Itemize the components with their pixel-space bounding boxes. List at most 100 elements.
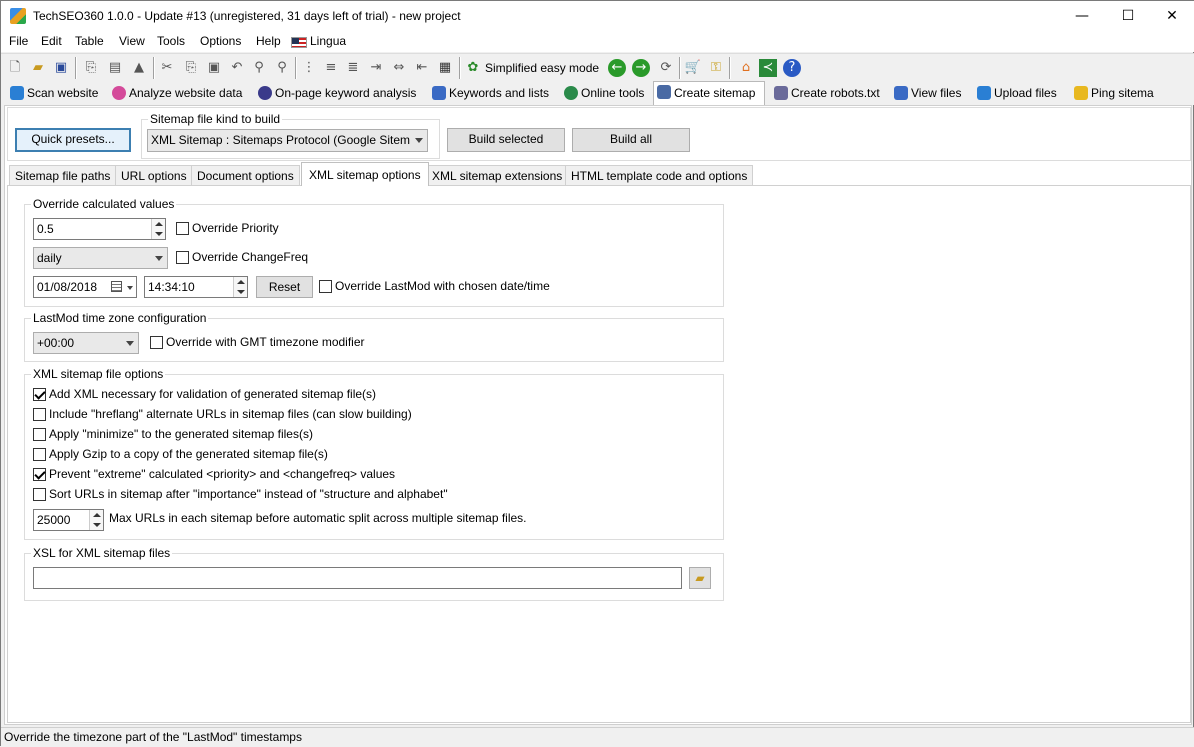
lastmod-date-picker[interactable]: 01/08/2018 [33, 276, 137, 298]
move-right-icon[interactable]: ⇥ [366, 58, 386, 78]
lightning-icon [1074, 86, 1088, 100]
override-changefreq-label: Override ChangeFreq [192, 250, 309, 264]
find-icon[interactable]: ⚲ [249, 58, 269, 78]
prevent-extreme-label: Prevent "extreme" calculated <priority> … [49, 467, 396, 481]
tab-scan-website[interactable]: Scan website [7, 83, 107, 105]
forward-arrow-icon[interactable]: → [632, 59, 650, 77]
back-arrow-icon[interactable]: ← [608, 59, 626, 77]
timezone-title: LastMod time zone configuration [31, 311, 209, 325]
prevent-extreme-checkbox[interactable] [33, 468, 46, 481]
merge-icon[interactable]: ⇤ [412, 58, 432, 78]
menu-lingua[interactable]: Lingua [308, 34, 348, 48]
override-lastmod-label: Override LastMod with chosen date/time [335, 279, 550, 293]
app-window: TechSEO360 1.0.0 - Update #13 (unregiste… [0, 0, 1194, 747]
list-icon [432, 86, 446, 100]
sitemap-icon [657, 85, 671, 99]
help-icon[interactable]: ? [783, 59, 801, 77]
key-icon[interactable]: ⚿ [706, 58, 726, 78]
split-icon[interactable]: ⇔ [389, 58, 409, 78]
paste2-icon[interactable]: ▣ [204, 58, 224, 78]
save-icon[interactable]: ▣ [51, 58, 71, 78]
menu-options[interactable]: Options [198, 34, 243, 48]
copy-icon[interactable]: ⎘ [81, 58, 101, 78]
maximize-button[interactable]: ☐ [1105, 1, 1151, 32]
include-hreflang-checkbox[interactable] [33, 408, 46, 421]
cut-icon[interactable]: ✂ [157, 58, 177, 78]
status-bar: Override the timezone part of the "LastM… [1, 727, 1194, 747]
open-folder-icon[interactable]: ▰ [28, 58, 48, 78]
reset-button[interactable]: Reset [256, 276, 313, 298]
timezone-select[interactable]: +00:00 [33, 332, 139, 354]
globe-icon [564, 86, 578, 100]
simplified-mode-icon[interactable]: ✿ [463, 58, 483, 78]
menu-tools[interactable]: Tools [155, 34, 187, 48]
add-xml-validation-checkbox[interactable] [33, 388, 46, 401]
paste-icon[interactable]: ▤ [105, 58, 125, 78]
quick-presets-button[interactable]: Quick presets... [15, 128, 131, 152]
override-changefreq-checkbox[interactable] [176, 251, 189, 264]
tab-ping-sitemap[interactable]: Ping sitema [1071, 83, 1157, 105]
menu-help[interactable]: Help [254, 34, 283, 48]
chevron-down-icon [127, 286, 133, 290]
toolbar: 🗋 ▰ ▣ ⎘ ▤ ▲ ✂ ⎘ ▣ ↶ ⚲ ⚲ ⋮ ≡ ≣ ⇥ ⇔ ⇤ ▦ ✿ … [1, 53, 1194, 81]
subtab-html-template[interactable]: HTML template code and options [565, 165, 754, 185]
tab-on-page-keyword-analysis[interactable]: On-page keyword analysis [255, 83, 423, 105]
browse-folder-button[interactable]: ▰ [689, 567, 711, 589]
cart-icon[interactable]: 🛒 [683, 58, 703, 78]
apply-minimize-checkbox[interactable] [33, 428, 46, 441]
new-file-icon[interactable]: 🗋 [5, 58, 25, 78]
sort-importance-checkbox[interactable] [33, 488, 46, 501]
subtab-xml-sitemap-extensions[interactable]: XML sitemap extensions [426, 165, 569, 185]
changefreq-select[interactable]: daily [33, 247, 168, 269]
menu-view[interactable]: View [117, 34, 147, 48]
chevron-down-icon [155, 256, 163, 261]
tab-upload-files[interactable]: Upload files [974, 83, 1066, 105]
upload-icon [977, 86, 991, 100]
menu-file[interactable]: File [7, 34, 30, 48]
subtab-url-options[interactable]: URL options [115, 165, 193, 185]
refresh-icon[interactable]: ⟳ [656, 58, 676, 78]
menu-edit[interactable]: Edit [39, 34, 64, 48]
build-all-button[interactable]: Build all [572, 128, 690, 152]
list-icon[interactable]: ▦ [435, 58, 455, 78]
calendar-icon[interactable] [111, 281, 122, 292]
subtab-document-options[interactable]: Document options [191, 165, 300, 185]
simplified-mode-button[interactable]: Simplified easy mode [485, 61, 599, 75]
share-icon[interactable]: ≺ [759, 59, 777, 77]
tab-create-robots[interactable]: Create robots.txt [771, 83, 885, 105]
max-urls-spinner[interactable]: 25000 [33, 509, 104, 531]
override-gmt-checkbox[interactable] [150, 336, 163, 349]
tab-online-tools[interactable]: Online tools [561, 83, 653, 105]
undo-icon[interactable]: ↶ [227, 58, 247, 78]
clear-icon[interactable]: ▲ [129, 58, 149, 78]
build-selected-button[interactable]: Build selected [447, 128, 565, 152]
xsl-title: XSL for XML sitemap files [31, 546, 173, 560]
spin-arrows-icon [89, 510, 103, 530]
tab-keywords-and-lists[interactable]: Keywords and lists [429, 83, 553, 105]
tab-view-files[interactable]: View files [891, 83, 967, 105]
include-hreflang-label: Include "hreflang" alternate URLs in sit… [49, 407, 412, 421]
tree-icon[interactable]: ⋮ [299, 58, 319, 78]
tree-expand-icon[interactable]: ≡ [321, 58, 341, 78]
subtab-sitemap-file-paths[interactable]: Sitemap file paths [9, 165, 117, 185]
add-xml-validation-label: Add XML necessary for validation of gene… [49, 387, 377, 401]
chevron-down-icon [415, 138, 423, 143]
close-button[interactable]: ✕ [1149, 1, 1194, 32]
tree-collapse-icon[interactable]: ≣ [343, 58, 363, 78]
home-icon[interactable]: ⌂ [736, 58, 756, 78]
minimize-button[interactable]: — [1059, 1, 1105, 32]
menu-table[interactable]: Table [73, 34, 106, 48]
tab-analyze-website-data[interactable]: Analyze website data [109, 83, 249, 105]
override-priority-checkbox[interactable] [176, 222, 189, 235]
priority-spinner[interactable]: 0.5 [33, 218, 166, 240]
replace-icon[interactable]: ⚲ [272, 58, 292, 78]
tab-create-sitemap[interactable]: Create sitemap [653, 81, 765, 106]
app-logo-icon [10, 8, 26, 24]
subtab-xml-sitemap-options[interactable]: XML sitemap options [301, 162, 429, 186]
xsl-path-input[interactable] [33, 567, 682, 589]
lastmod-time-spinner[interactable]: 14:34:10 [144, 276, 248, 298]
override-lastmod-checkbox[interactable] [319, 280, 332, 293]
copy2-icon[interactable]: ⎘ [181, 58, 201, 78]
sitemap-kind-select[interactable]: XML Sitemap : Sitemaps Protocol (Google … [147, 129, 428, 152]
apply-gzip-checkbox[interactable] [33, 448, 46, 461]
